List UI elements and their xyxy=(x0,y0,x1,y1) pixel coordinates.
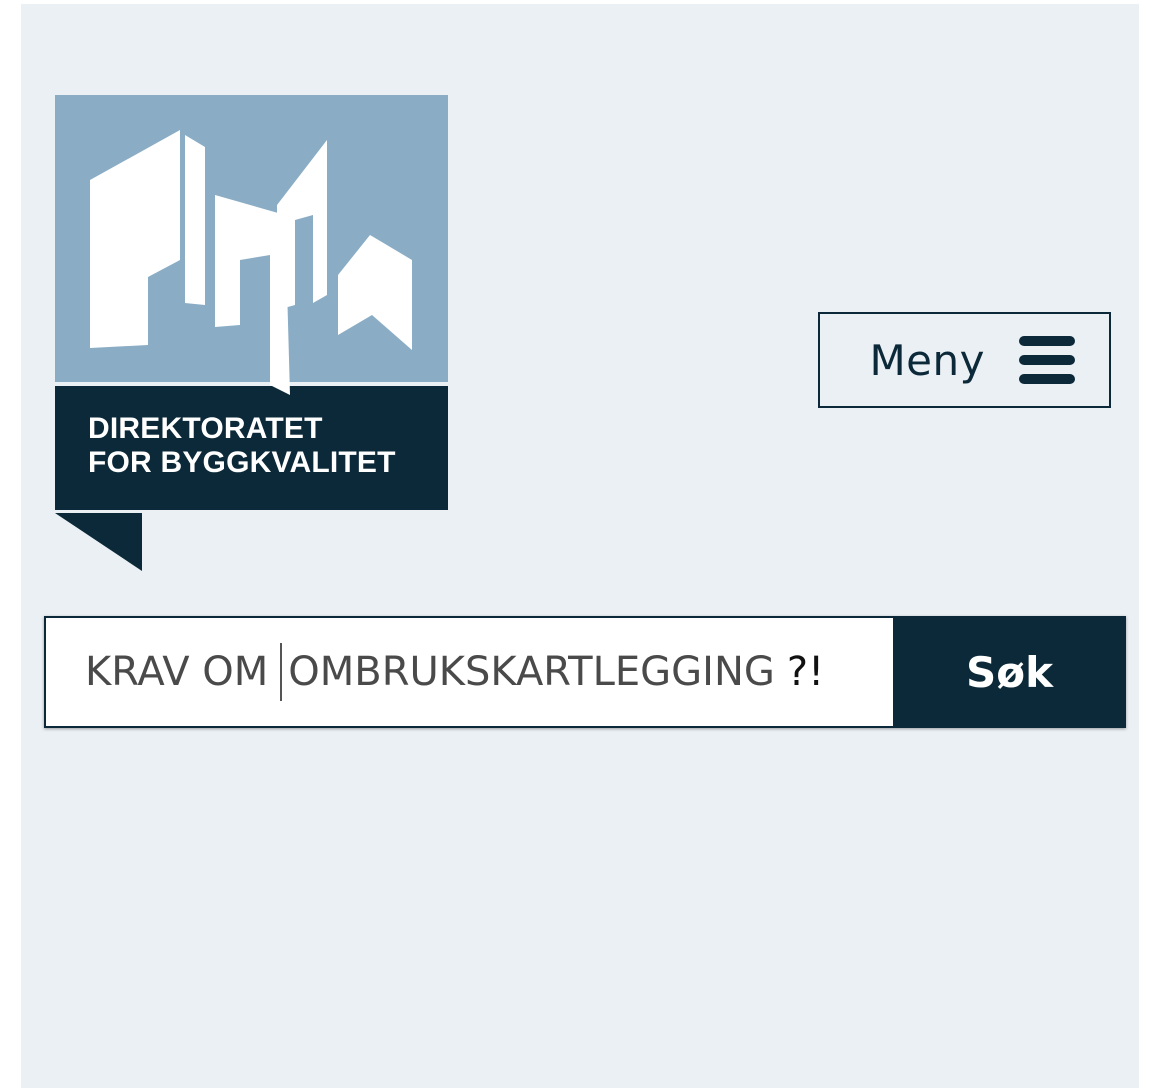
logo-line-1: DIREKTORATET xyxy=(88,412,323,445)
search-button[interactable]: Søk xyxy=(893,616,1126,728)
text-cursor xyxy=(280,643,283,701)
search-value-suffix: ?! xyxy=(786,649,825,695)
search-input[interactable]: KRAV OM OMBRUKSKARTLEGGING ?! xyxy=(44,616,893,728)
search-value-part2: OMBRUKSKARTLEGGING xyxy=(288,649,775,695)
menu-button[interactable]: Meny xyxy=(818,312,1111,408)
logo-line-2: FOR BYGGKVALITET xyxy=(88,446,396,479)
search-value-part1: KRAV OM xyxy=(85,649,269,695)
building-emblem-icon xyxy=(55,130,412,571)
logo-text: DIREKTORATET FOR BYGGKVALITET xyxy=(88,412,396,480)
menu-label: Meny xyxy=(869,335,985,385)
search-bar: KRAV OM OMBRUKSKARTLEGGING ?! Søk xyxy=(44,616,1126,728)
hamburger-icon xyxy=(1019,336,1075,384)
site-logo[interactable]: DIREKTORATET FOR BYGGKVALITET xyxy=(55,95,448,571)
